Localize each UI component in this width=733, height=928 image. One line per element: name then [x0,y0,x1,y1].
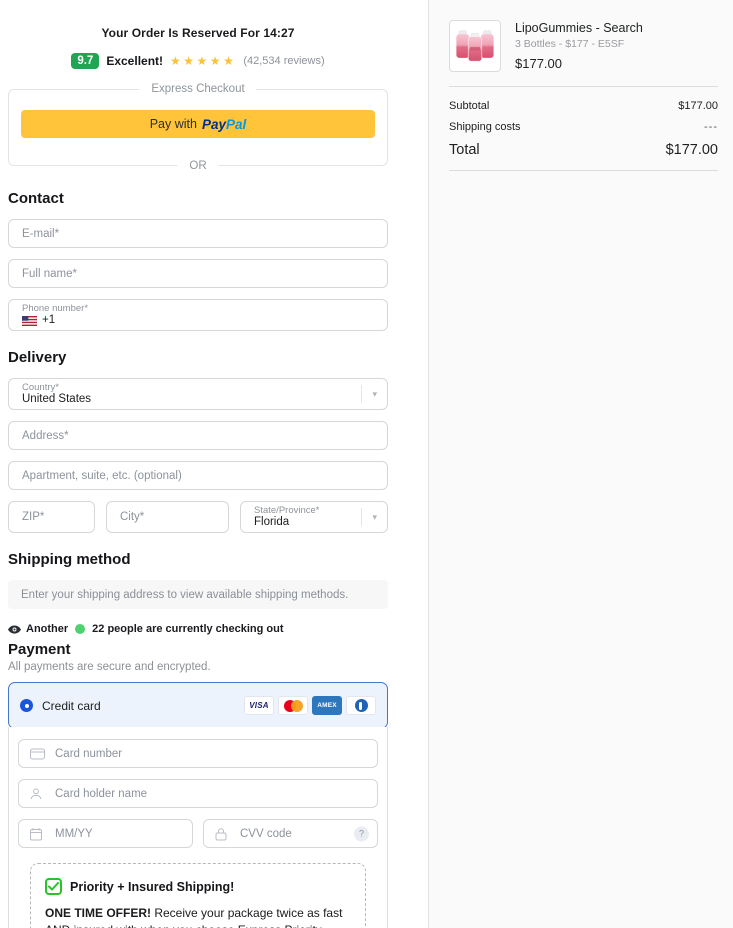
city-input[interactable] [106,501,229,533]
expiry-cvv-row: ? [18,819,378,848]
total-value: $177.00 [666,142,718,158]
shipping-notice: Enter your shipping address to view avai… [8,580,388,609]
phone-input[interactable]: Phone number* +1 [8,299,388,331]
mastercard-icon [278,696,308,715]
social-proof-message: 22 people are currently checking out [92,623,283,635]
total-label: Total [449,142,480,158]
total-row: Total $177.00 [449,142,718,158]
credit-card-method-option[interactable]: Credit card VISA AMEX [8,682,388,729]
country-select[interactable]: Country* United States ▾ [8,378,388,410]
country-value: United States [22,393,374,406]
product-price: $177.00 [515,56,643,71]
shipping-costs-label: Shipping costs [449,121,521,133]
visa-icon: VISA [244,696,274,715]
card-number-field-wrap [18,739,378,768]
product-info: LipoGummies - Search 3 Bottles - $177 - … [515,20,643,71]
credit-card-radio[interactable] [20,699,33,712]
star-rating-icons: ★★★★★ [170,54,236,68]
payment-subheading: All payments are secure and encrypted. [8,661,388,673]
chevron-down-icon: ▾ [362,512,387,523]
expiry-field-wrap [18,819,193,848]
paypal-button-label: Pay with [150,117,197,131]
zip-input[interactable] [8,501,95,533]
live-indicator-dot [75,624,85,634]
us-flag-icon [22,316,37,326]
subtotal-label: Subtotal [449,100,489,112]
paypal-button[interactable]: Pay with PayPal [21,110,375,138]
offer-title: Priority + Insured Shipping! [70,880,234,894]
product-bottles-illustration [453,24,497,68]
cvv-help-icon[interactable]: ? [354,826,369,841]
diners-icon [346,696,376,715]
contact-heading: Contact [8,190,388,207]
delivery-heading: Delivery [8,349,388,366]
checkout-page: Your Order Is Reserved For 14:27 9.7 Exc… [0,0,733,928]
state-select-caret: ▾ [361,508,387,526]
credit-card-label: Credit card [42,699,101,713]
state-value: Florida [254,516,374,529]
card-icon [30,748,45,759]
country-select-caret: ▾ [361,385,387,403]
offer-title-row: Priority + Insured Shipping! [45,878,351,895]
phone-label: Phone number* [22,303,374,314]
shipping-costs-row: Shipping costs --- [449,121,718,133]
phone-prefix: +1 [42,314,55,327]
person-icon [30,788,42,800]
credit-card-form: ? Priority + Insured Shipping! [8,727,388,928]
product-row: LipoGummies - Search 3 Bottles - $177 - … [449,20,718,72]
reviews-count: (42,534 reviews) [243,55,324,67]
country-label: Country* [22,382,374,393]
payment-method-box: Credit card VISA AMEX [8,682,388,928]
subtotal-value: $177.00 [678,100,718,112]
rating-score-badge: 9.7 [71,53,99,69]
shipping-method-heading: Shipping method [8,551,388,568]
offer-checkbox[interactable] [45,878,62,895]
cvv-input[interactable] [203,819,378,848]
card-holder-field-wrap [18,779,378,808]
order-reserved-timer: Your Order Is Reserved For 14:27 [8,26,388,40]
order-summary-panel: LipoGummies - Search 3 Bottles - $177 - … [428,0,733,928]
rating-label: Excellent! [106,54,163,68]
checkout-form-column: Your Order Is Reserved For 14:27 9.7 Exc… [0,0,428,928]
state-label: State/Province* [254,505,374,516]
priority-shipping-offer-box: Priority + Insured Shipping! ONE TIME OF… [30,863,366,928]
offer-description: ONE TIME OFFER! Receive your package twi… [45,905,351,928]
product-title: LipoGummies - Search [515,21,643,35]
express-checkout-box: Express Checkout Pay with PayPal OR [8,89,388,166]
check-icon [48,882,59,891]
summary-divider-bottom [449,170,718,171]
address-input[interactable] [8,421,388,450]
card-brand-badges: VISA AMEX [244,696,376,715]
shipping-costs-value: --- [704,121,718,133]
fullname-input[interactable] [8,259,388,288]
zip-city-state-row: State/Province* Florida ▾ [8,501,388,533]
social-proof-row: Another 22 people are currently checking… [8,623,388,635]
or-divider-label: OR [177,160,218,172]
state-select[interactable]: State/Province* Florida ▾ [240,501,388,533]
subtotal-row: Subtotal $177.00 [449,100,718,112]
totals-section: Subtotal $177.00 Shipping costs --- Tota… [449,87,718,158]
rating-row: 9.7 Excellent! ★★★★★ (42,534 reviews) [8,53,388,69]
express-checkout-legend: Express Checkout [139,83,256,95]
amex-icon: AMEX [312,696,342,715]
calendar-icon [30,827,42,840]
apartment-input[interactable] [8,461,388,490]
expiry-input[interactable] [18,819,193,848]
card-holder-input[interactable] [18,779,378,808]
product-variant: 3 Bottles - $177 - E5SF [515,38,643,50]
eye-icon [8,625,21,634]
social-proof-prefix: Another [26,623,68,635]
cvv-field-wrap: ? [203,819,378,848]
product-image [449,20,501,72]
phone-value: +1 [22,314,374,327]
checkout-form-inner: Your Order Is Reserved For 14:27 9.7 Exc… [8,26,388,928]
lock-icon [215,827,227,840]
payment-heading: Payment [8,641,388,658]
card-number-input[interactable] [18,739,378,768]
paypal-logo: PayPal [202,117,246,132]
chevron-down-icon: ▾ [362,389,387,400]
email-input[interactable] [8,219,388,248]
